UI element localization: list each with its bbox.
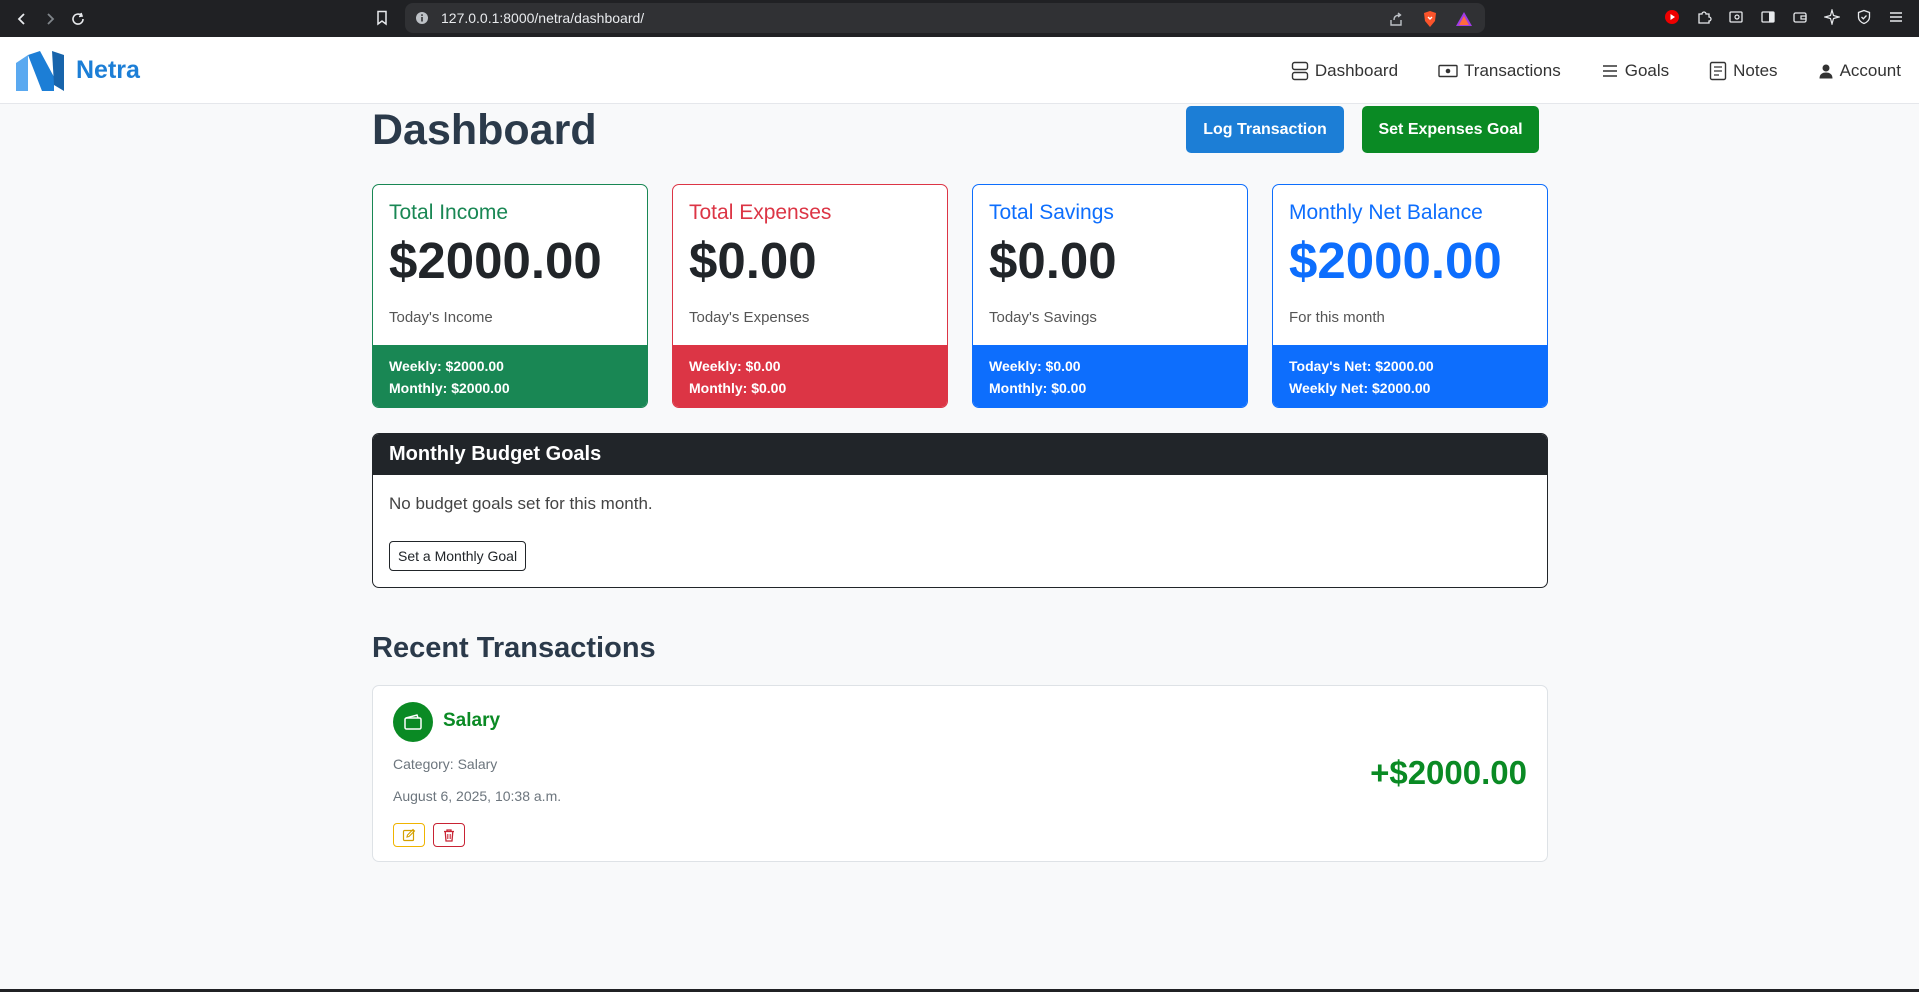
transaction-date: August 6, 2025, 10:38 a.m. xyxy=(393,788,562,804)
recent-transactions-title: Recent Transactions xyxy=(372,632,656,664)
notes-icon xyxy=(1709,61,1727,80)
total-expenses-card: Total Expenses $0.00 Today's Expenses We… xyxy=(672,184,948,408)
edit-icon xyxy=(402,828,416,842)
card-footer-weekly: Weekly: $0.00 xyxy=(689,358,781,374)
card-footer-weekly: Weekly: $2000.00 xyxy=(389,358,504,374)
card-title: Monthly Net Balance xyxy=(1289,201,1483,224)
puzzle-extensions-icon[interactable] xyxy=(1693,6,1715,28)
page-header: Dashboard Log Transaction Set Expenses G… xyxy=(372,104,1548,182)
share-icon[interactable] xyxy=(1385,8,1407,30)
main-content: Dashboard Log Transaction Set Expenses G… xyxy=(372,104,1548,862)
card-footer-weekly: Weekly: $0.00 xyxy=(989,358,1081,374)
bookmark-icon[interactable] xyxy=(370,6,394,30)
vpn-shield-icon[interactable] xyxy=(1853,6,1875,28)
transaction-amount: +$2000.00 xyxy=(1370,754,1527,791)
total-savings-card: Total Savings $0.00 Today's Savings Week… xyxy=(972,184,1248,408)
card-footer-monthly: Monthly: $0.00 xyxy=(989,380,1087,396)
url-text: 127.0.0.1:8000/netra/dashboard/ xyxy=(441,10,645,26)
card-footer-today-net: Today's Net: $2000.00 xyxy=(1289,358,1434,374)
nav-item-label: Goals xyxy=(1624,60,1670,80)
card-footer: Weekly: $2000.00 Monthly: $2000.00 xyxy=(373,345,647,407)
transaction-category: Category: Salary xyxy=(393,756,498,772)
nav-item-account[interactable]: Account xyxy=(1818,61,1901,81)
person-icon xyxy=(1819,64,1833,78)
card-amount: $2000.00 xyxy=(389,232,602,289)
forward-icon[interactable] xyxy=(36,5,64,33)
brave-shield-icon[interactable] xyxy=(1419,8,1441,30)
nav-item-notes[interactable]: Notes xyxy=(1709,60,1778,81)
dashboard-icon xyxy=(1291,61,1309,80)
card-title: Total Income xyxy=(389,201,509,224)
site-info-icon[interactable] xyxy=(413,9,431,27)
edit-transaction-button[interactable] xyxy=(393,823,425,847)
nav-item-label: Transactions xyxy=(1464,60,1561,80)
reload-icon[interactable] xyxy=(64,5,92,33)
card-footer: Weekly: $0.00 Monthly: $0.00 xyxy=(673,345,947,407)
card-footer-weekly-net: Weekly Net: $2000.00 xyxy=(1289,380,1431,396)
transaction-name: Salary xyxy=(443,710,501,731)
browser-toolbar: 127.0.0.1:8000/netra/dashboard/ xyxy=(0,0,1919,37)
transaction-item: Salary Category: Salary August 6, 2025, … xyxy=(372,685,1548,862)
brand[interactable]: Netra xyxy=(14,49,140,91)
monthly-budget-goals-panel: Monthly Budget Goals No budget goals set… xyxy=(372,433,1548,588)
cash-icon xyxy=(1438,64,1458,77)
card-amount: $0.00 xyxy=(989,232,1117,289)
address-bar-actions xyxy=(1385,8,1475,30)
sidebar-toggle-icon[interactable] xyxy=(1757,6,1779,28)
back-icon[interactable] xyxy=(8,5,36,33)
main-nav: Dashboard Transactions Goals Notes Accou… xyxy=(1291,37,1901,104)
card-subtitle: Today's Income xyxy=(389,309,493,326)
leo-ai-icon[interactable] xyxy=(1821,6,1843,28)
card-subtitle: For this month xyxy=(1289,309,1385,326)
nav-item-label: Notes xyxy=(1733,60,1778,80)
card-footer: Weekly: $0.00 Monthly: $0.00 xyxy=(973,345,1247,407)
card-amount: $0.00 xyxy=(689,232,817,289)
card-title: Total Expenses xyxy=(689,201,832,224)
nav-item-label: Account xyxy=(1839,60,1901,80)
wallet-icon xyxy=(393,702,433,742)
empty-message: No budget goals set for this month. xyxy=(389,494,653,513)
address-bar[interactable]: 127.0.0.1:8000/netra/dashboard/ xyxy=(405,3,1485,33)
menu-icon[interactable] xyxy=(1885,6,1907,28)
set-expenses-goal-button[interactable]: Set Expenses Goal xyxy=(1362,106,1539,153)
card-footer: Today's Net: $2000.00 Weekly Net: $2000.… xyxy=(1273,345,1547,407)
nav-item-label: Dashboard xyxy=(1314,60,1399,80)
card-footer-monthly: Monthly: $0.00 xyxy=(689,380,787,396)
total-income-card: Total Income $2000.00 Today's Income Wee… xyxy=(372,184,648,408)
list-icon xyxy=(1602,64,1617,77)
nav-item-goals[interactable]: Goals xyxy=(1601,61,1669,81)
brand-name: Netra xyxy=(76,55,140,84)
trash-icon xyxy=(444,829,454,842)
browser-extensions xyxy=(1661,6,1907,28)
browser-nav-buttons xyxy=(8,5,92,33)
card-footer-monthly: Monthly: $2000.00 xyxy=(389,380,510,396)
monthly-net-balance-card: Monthly Net Balance $2000.00 For this mo… xyxy=(1272,184,1548,408)
card-subtitle: Today's Expenses xyxy=(689,309,810,326)
netra-logo-icon xyxy=(16,51,64,91)
nav-item-transactions[interactable]: Transactions xyxy=(1438,61,1561,81)
panel-title: Monthly Budget Goals xyxy=(373,434,1547,475)
brave-rewards-icon[interactable] xyxy=(1453,8,1475,30)
wallet-icon[interactable] xyxy=(1789,6,1811,28)
app-navbar: Netra Dashboard Transactions Goals Notes… xyxy=(0,37,1919,104)
card-title: Total Savings xyxy=(989,201,1114,224)
log-transaction-button[interactable]: Log Transaction xyxy=(1186,106,1344,153)
page-title: Dashboard xyxy=(372,106,597,154)
set-monthly-goal-button[interactable]: Set a Monthly Goal xyxy=(389,541,527,571)
nav-item-dashboard[interactable]: Dashboard xyxy=(1291,61,1398,81)
summary-cards: Total Income $2000.00 Today's Income Wee… xyxy=(372,184,1548,408)
card-subtitle: Today's Savings xyxy=(989,309,1097,326)
screenshot-extension-icon[interactable] xyxy=(1725,6,1747,28)
card-amount: $2000.00 xyxy=(1289,232,1502,289)
delete-transaction-button[interactable] xyxy=(433,823,465,847)
youtube-extension-icon[interactable] xyxy=(1661,6,1683,28)
